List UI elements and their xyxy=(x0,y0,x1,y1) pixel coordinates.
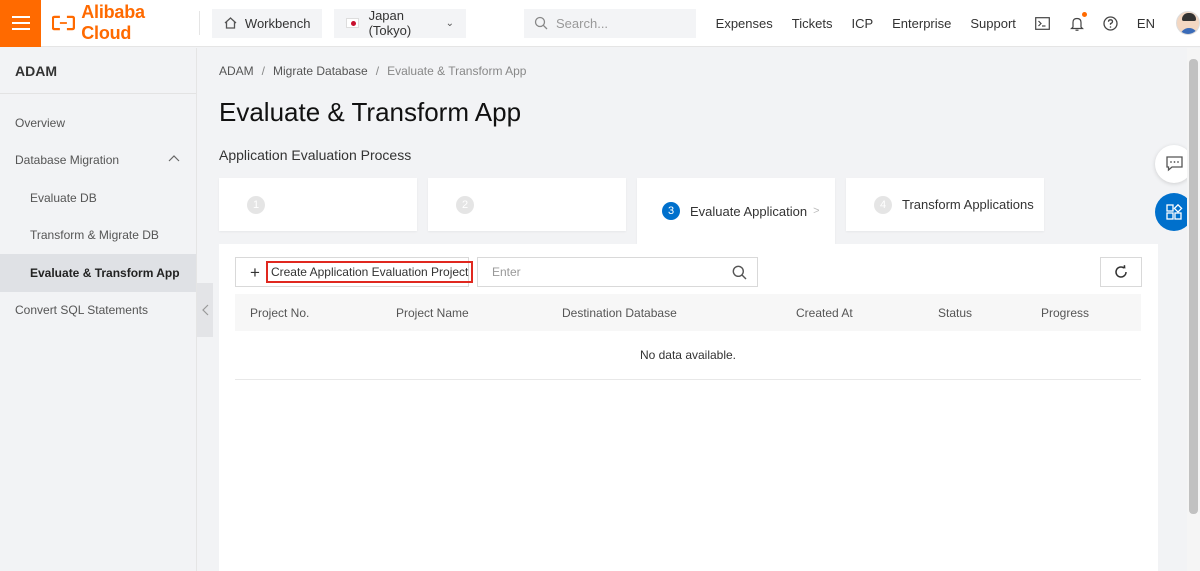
search-placeholder: Search... xyxy=(556,15,609,31)
home-icon xyxy=(224,17,237,29)
step-number: 1 xyxy=(247,195,265,214)
step-4-transform-applications[interactable]: 4 Transform Applications xyxy=(846,178,1044,231)
tickets-link[interactable]: Tickets xyxy=(792,16,833,31)
sidebar: ADAM Overview Database Migration Evaluat… xyxy=(0,48,197,571)
create-project-button[interactable]: + Create Application Evaluation Project xyxy=(235,257,474,287)
chevron-right-icon: > xyxy=(813,205,820,217)
refresh-icon xyxy=(1115,265,1127,278)
chevron-down-icon: ⌄ xyxy=(445,17,455,29)
chat-icon xyxy=(1165,156,1183,172)
page-subtitle: Application Evaluation Process xyxy=(219,147,412,163)
column-destination-database: Destination Database xyxy=(562,306,677,320)
sidebar-item-evaluate-db[interactable]: Evaluate DB xyxy=(0,179,196,217)
sidebar-item-database-migration[interactable]: Database Migration xyxy=(0,142,196,180)
sidebar-item-label: Evaluate DB xyxy=(30,190,97,205)
breadcrumb: ADAM / Migrate Database / Evaluate & Transfo… xyxy=(219,64,526,78)
sidebar-item-overview[interactable]: Overview xyxy=(0,104,196,142)
sidebar-title: ADAM xyxy=(0,48,196,94)
sidebar-item-transform-migrate-db[interactable]: Transform & Migrate DB xyxy=(0,217,196,255)
step-number: 2 xyxy=(456,195,474,214)
chevron-up-icon xyxy=(168,154,180,161)
apps-icon xyxy=(1165,203,1183,220)
sidebar-item-label: Convert SQL Statements xyxy=(15,303,148,318)
plus-icon: + xyxy=(250,262,260,282)
icp-link[interactable]: ICP xyxy=(851,16,873,31)
project-panel: + Create Application Evaluation Project … xyxy=(219,244,1158,571)
step-number: 3 xyxy=(662,202,680,220)
create-project-label: Create Application Evaluation Project xyxy=(265,261,474,283)
table-header: Project No. Project Name Destination Dat… xyxy=(235,294,1141,331)
chevron-left-icon xyxy=(201,304,208,316)
filter-placeholder: Enter xyxy=(492,265,521,279)
process-steps: 1 2 3 Evaluate Application > 4 Transform… xyxy=(219,178,1159,244)
sidebar-collapse-handle[interactable] xyxy=(197,283,213,337)
breadcrumb-adam[interactable]: ADAM xyxy=(219,64,254,78)
filter-input[interactable]: Enter xyxy=(477,257,758,287)
column-project-no: Project No. xyxy=(250,306,310,320)
sidebar-item-label: Evaluate & Transform App xyxy=(30,265,180,280)
column-created-at: Created At xyxy=(796,306,853,320)
scrollbar-thumb[interactable] xyxy=(1189,59,1198,514)
divider xyxy=(199,11,200,35)
alibaba-logo-icon xyxy=(52,15,76,31)
japan-flag-icon xyxy=(346,18,359,28)
sidebar-item-label: Overview xyxy=(15,115,66,130)
step-label: Transform Applications xyxy=(902,197,1034,212)
step-number: 4 xyxy=(874,195,892,214)
refresh-button[interactable] xyxy=(1100,257,1142,287)
brand-name: Alibaba Cloud xyxy=(81,2,145,43)
sidebar-item-label: Database Migration xyxy=(15,153,120,168)
bell-icon[interactable] xyxy=(1069,12,1087,31)
column-project-name: Project Name xyxy=(396,306,469,320)
sidebar-item-evaluate-transform-app[interactable]: Evaluate & Transform App xyxy=(0,254,196,292)
breadcrumb-separator: / xyxy=(261,64,266,78)
expenses-link[interactable]: Expenses xyxy=(716,16,773,31)
workbench-button[interactable]: Workbench xyxy=(211,8,323,38)
search-icon xyxy=(534,16,548,30)
top-navigation-bar: Alibaba Cloud Workbench Japan (Tokyo) ⌄ … xyxy=(0,0,1200,47)
step-label: Evaluate Application xyxy=(690,203,808,219)
breadcrumb-separator: / xyxy=(375,64,380,78)
workbench-label: Workbench xyxy=(244,15,311,31)
enterprise-link[interactable]: Enterprise xyxy=(892,16,951,31)
column-status: Status xyxy=(938,306,973,320)
region-label: Japan (Tokyo) xyxy=(368,8,412,38)
column-progress: Progress xyxy=(1041,306,1090,320)
sidebar-item-convert-sql[interactable]: Convert SQL Statements xyxy=(0,292,196,330)
language-switch[interactable]: EN xyxy=(1137,16,1155,31)
empty-table-message: No data available. xyxy=(235,331,1141,380)
page-scrollbar[interactable] xyxy=(1187,48,1200,571)
page-title: Evaluate & Transform App xyxy=(219,97,522,127)
breadcrumb-current: Evaluate & Transform App xyxy=(387,64,527,78)
step-2[interactable]: 2 xyxy=(428,178,626,231)
help-icon[interactable] xyxy=(1103,15,1119,31)
notification-badge xyxy=(1081,12,1087,17)
region-selector[interactable]: Japan (Tokyo) ⌄ xyxy=(334,8,467,38)
search-icon[interactable] xyxy=(732,265,747,280)
support-link[interactable]: Support xyxy=(970,16,1016,31)
search-input[interactable]: Search... xyxy=(524,8,696,38)
alibaba-cloud-logo[interactable]: Alibaba Cloud xyxy=(52,0,185,47)
breadcrumb-migrate-database[interactable]: Migrate Database xyxy=(273,64,368,78)
projects-table: Project No. Project Name Destination Dat… xyxy=(235,294,1141,380)
step-3-evaluate-application[interactable]: 3 Evaluate Application > xyxy=(637,178,835,244)
sidebar-item-label: Transform & Migrate DB xyxy=(30,228,159,243)
avatar[interactable] xyxy=(1175,11,1200,35)
top-links: Expenses Tickets ICP Enterprise Support … xyxy=(716,11,1200,35)
step-1[interactable]: 1 xyxy=(219,178,417,231)
menu-icon[interactable] xyxy=(0,0,42,47)
terminal-icon[interactable] xyxy=(1035,15,1051,31)
